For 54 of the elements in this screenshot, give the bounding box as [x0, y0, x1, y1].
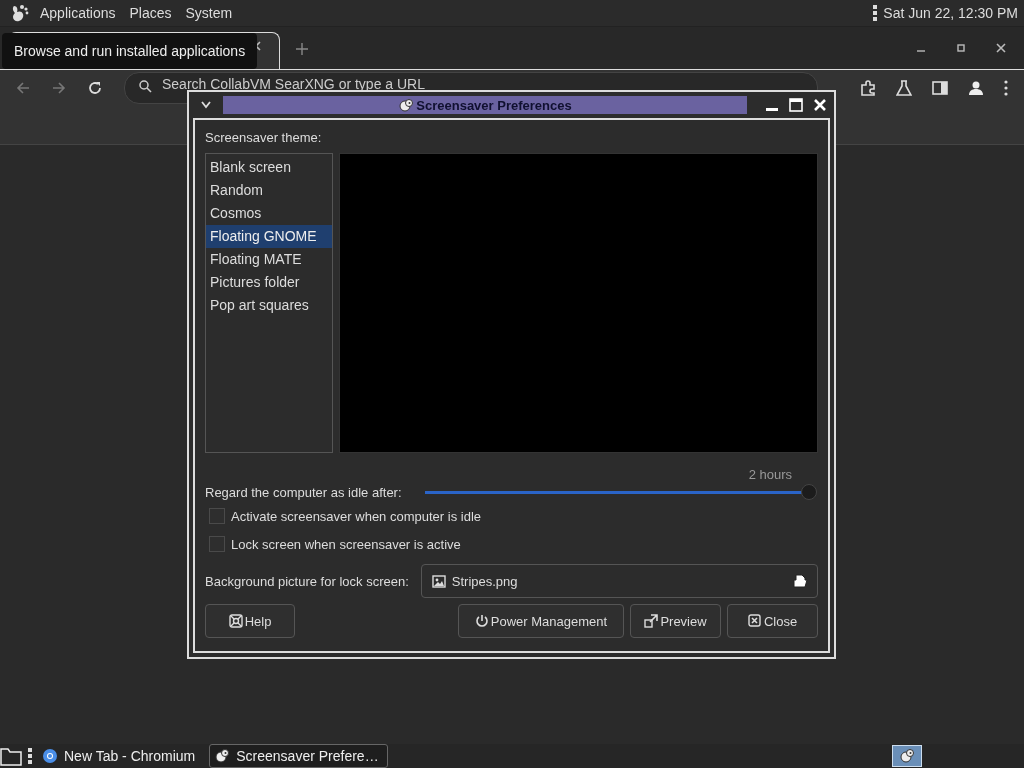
close-icon[interactable] — [747, 614, 762, 628]
panel-menu[interactable]: System — [181, 5, 237, 21]
panel-menu[interactable]: Applications — [36, 5, 120, 21]
sheep-icon[interactable] — [214, 748, 231, 764]
theme-item[interactable]: Pictures folder — [206, 271, 332, 294]
side-panel-icon[interactable] — [932, 80, 948, 96]
clock[interactable]: Sat Jun 22, 12:30 PM — [883, 5, 1018, 21]
checkbox-label: Lock screen when screensaver is active — [231, 536, 461, 552]
theme-label: Screensaver theme: — [205, 130, 323, 145]
checkbox-label: Activate screensaver when computer is idle — [231, 508, 481, 524]
preview-button[interactable]: Preview — [630, 604, 721, 638]
idle-label: Regard the computer as idle after: — [205, 484, 402, 500]
theme-item[interactable]: Blank screen — [206, 156, 332, 179]
theme-item[interactable]: Random — [206, 179, 332, 202]
close-button[interactable]: Close — [727, 604, 818, 638]
external-window-icon[interactable] — [644, 614, 659, 628]
taskbar-item[interactable]: New Tab - Chromium — [38, 745, 204, 767]
taskbar-item[interactable]: Screensaver Prefere… — [209, 744, 388, 768]
lock-background-label: Background picture for lock screen: — [205, 573, 409, 589]
workspace-switcher[interactable] — [892, 745, 922, 767]
plus-icon[interactable] — [296, 43, 308, 55]
browser-icon[interactable] — [42, 748, 58, 764]
puzzle-icon[interactable] — [860, 80, 876, 96]
panel-menu[interactable]: Places — [125, 5, 176, 21]
sheep-icon[interactable] — [899, 748, 915, 764]
lifebuoy-icon[interactable] — [228, 614, 243, 628]
maximize-icon[interactable] — [956, 43, 966, 53]
handle-icon[interactable] — [28, 747, 32, 765]
tooltip: Browse and run installed applications — [2, 33, 258, 69]
theme-item[interactable]: Floating MATE — [206, 248, 332, 271]
back-arrow-icon[interactable] — [16, 81, 30, 95]
flask-icon[interactable] — [896, 80, 912, 96]
file-chooser-button[interactable]: Stripes.png — [420, 564, 818, 598]
idle-value: 2 hours — [747, 467, 793, 482]
forward-arrow-icon[interactable] — [52, 81, 66, 95]
image-icon[interactable] — [431, 574, 446, 588]
power-icon[interactable] — [474, 614, 489, 628]
theme-item[interactable]: Floating GNOME — [206, 225, 332, 248]
profile-icon[interactable] — [968, 80, 984, 96]
handle-icon[interactable] — [873, 4, 878, 22]
slider-thumb[interactable] — [801, 484, 817, 500]
more-menu-icon[interactable] — [1004, 80, 1008, 96]
checkbox[interactable] — [209, 508, 225, 524]
search-icon[interactable] — [139, 80, 152, 93]
sheep-icon[interactable] — [398, 98, 415, 112]
power-button[interactable]: Power Management — [458, 604, 624, 638]
help-button[interactable]: Help — [205, 604, 295, 638]
theme-item[interactable]: Cosmos — [206, 202, 332, 225]
checkbox[interactable] — [209, 536, 225, 552]
reload-icon[interactable] — [88, 81, 102, 95]
folder-icon[interactable] — [0, 746, 22, 766]
theme-item[interactable]: Pop art squares — [206, 294, 332, 317]
close-icon[interactable] — [996, 43, 1006, 53]
chevron-down-icon[interactable] — [201, 101, 211, 109]
